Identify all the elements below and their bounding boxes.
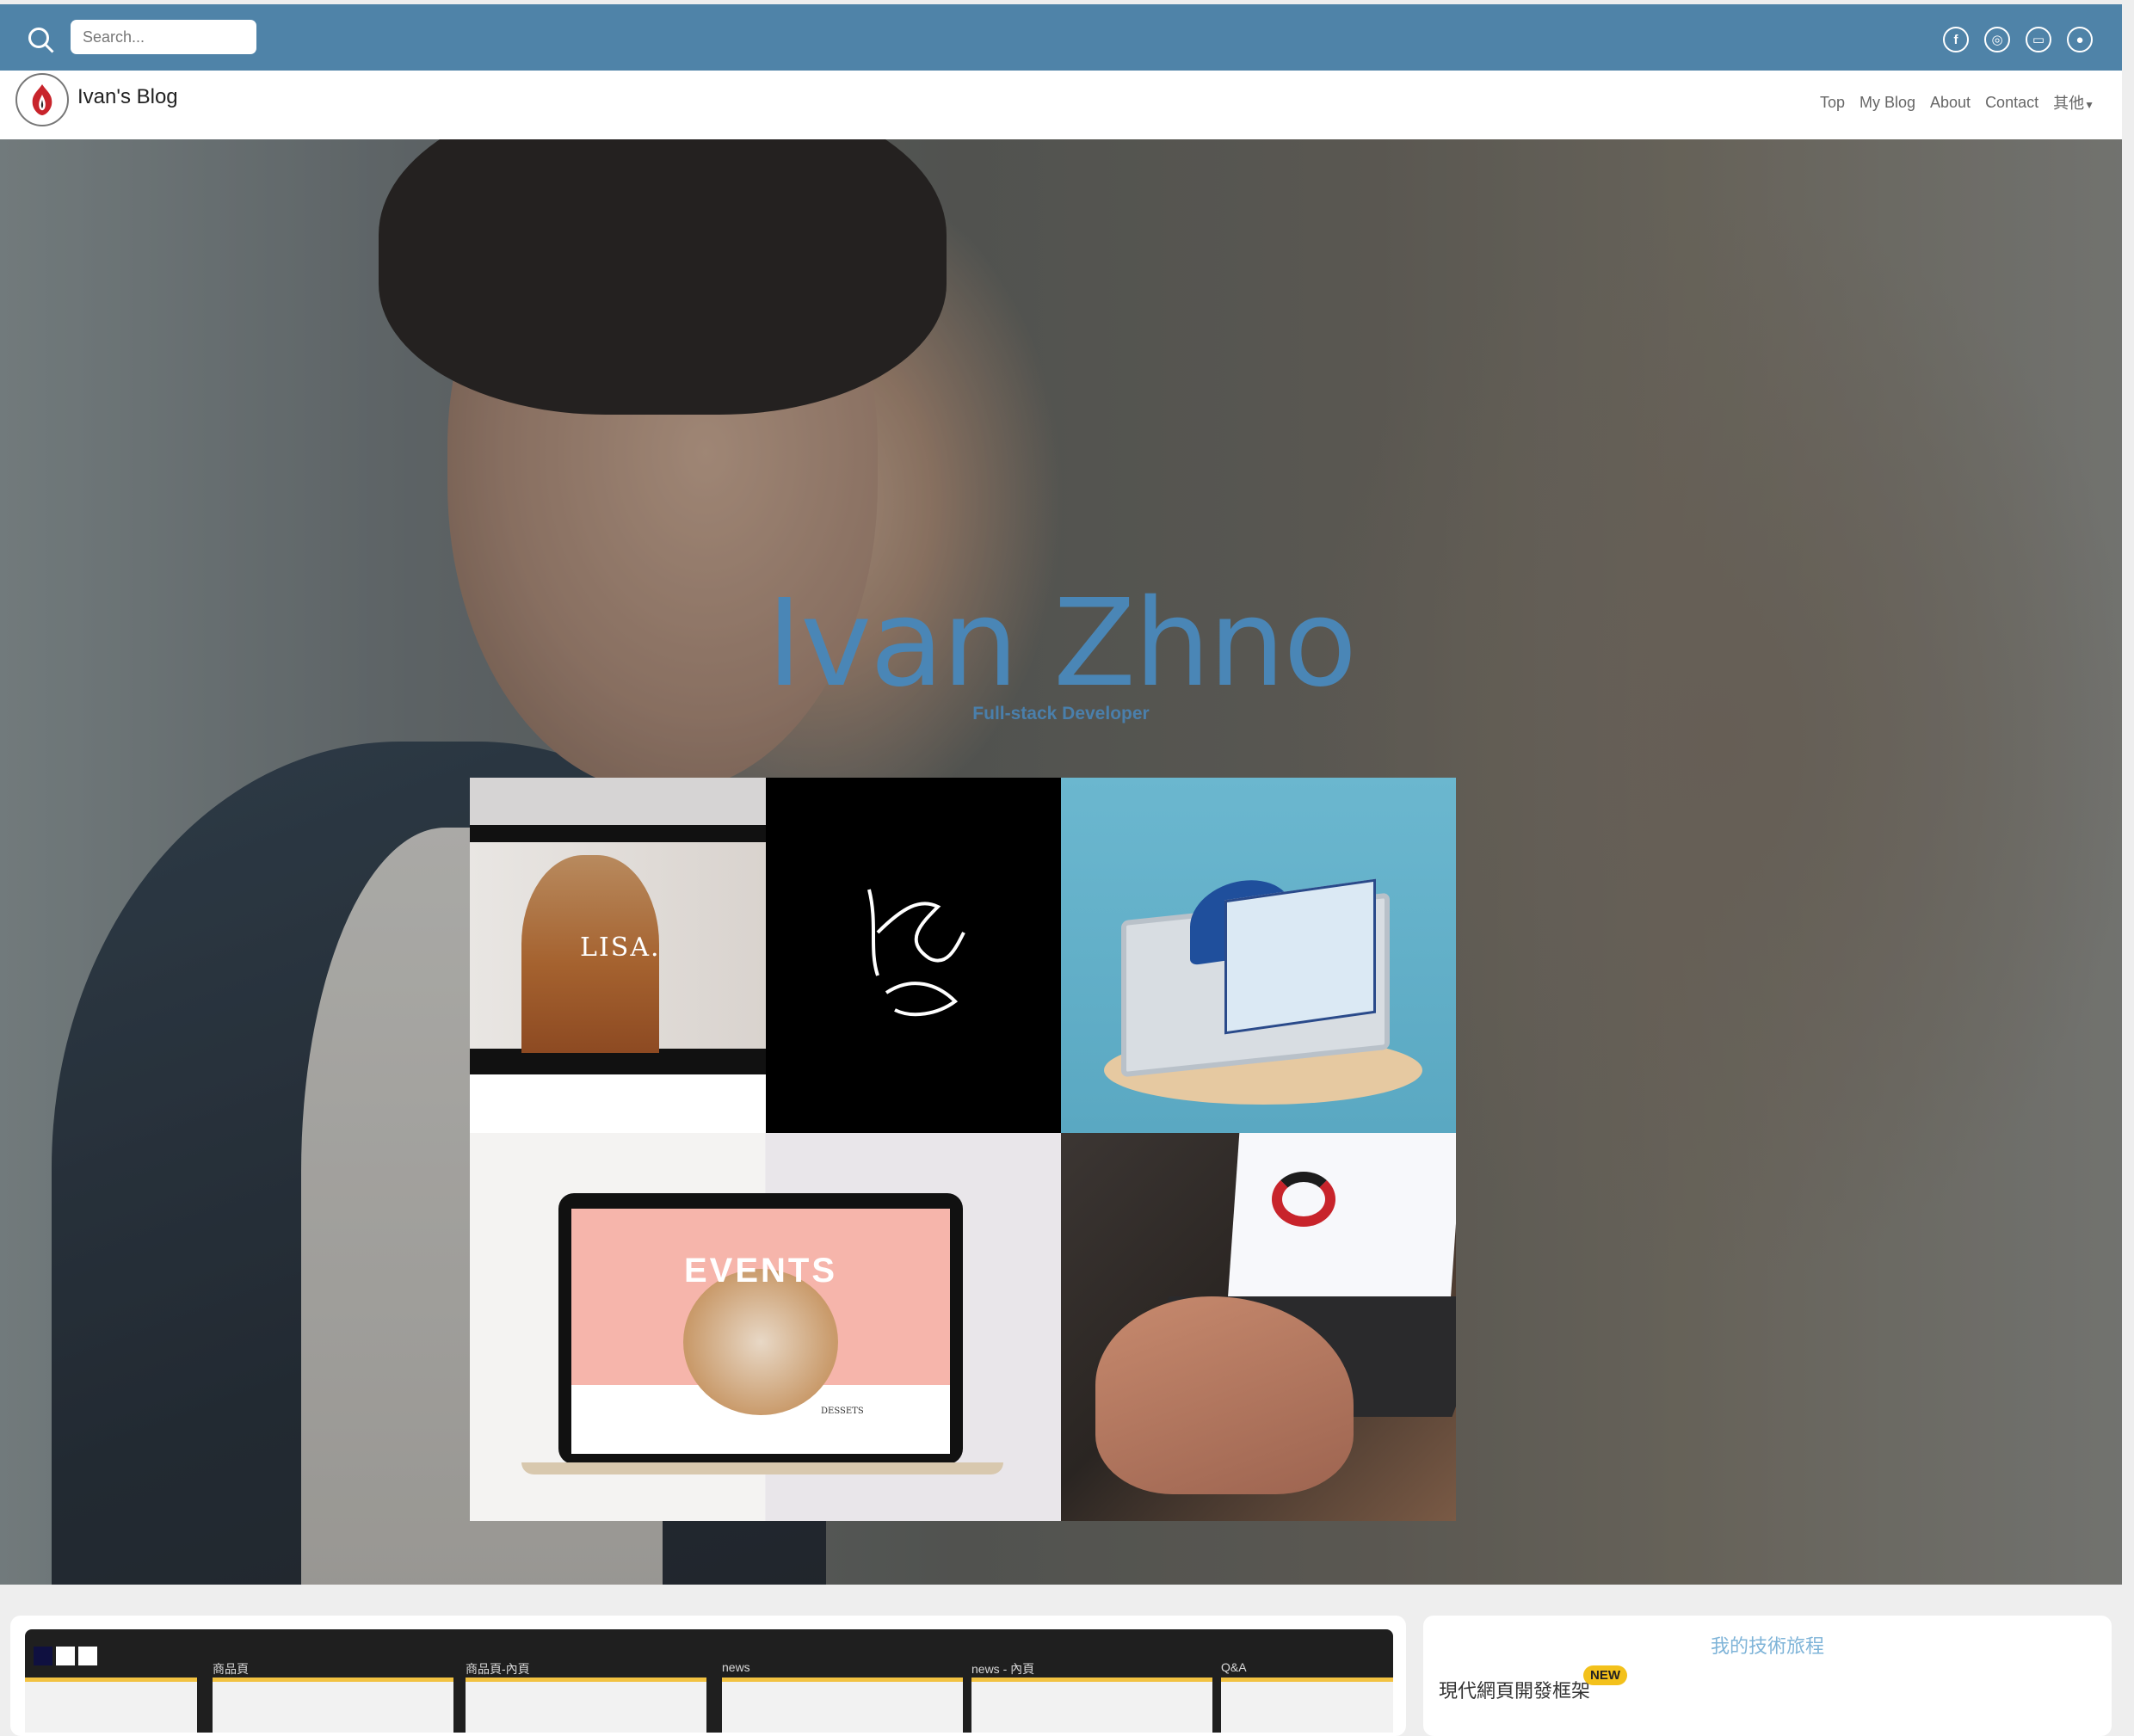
- instagram-icon[interactable]: ◎: [1984, 27, 2010, 52]
- facebook-icon[interactable]: f: [1943, 27, 1969, 52]
- nav-link-top[interactable]: Top: [1820, 94, 1845, 112]
- hero-title: Ivan Zhno: [766, 574, 1357, 714]
- gallery-thumb[interactable]: [971, 1678, 1212, 1733]
- tile-laptop-screen: EVENTS DESSETS: [571, 1209, 950, 1454]
- gallery-label: news - 內頁: [971, 1662, 1035, 1676]
- tile-top-bar: [470, 778, 766, 825]
- gallery-label: 商品頁-內頁: [466, 1662, 530, 1676]
- new-badge: NEW: [1583, 1665, 1627, 1685]
- navbar: Ivan's Blog Top My Blog About Contact 其他…: [0, 71, 2122, 139]
- tech-journey-card: 我的技術旅程 現代網頁開發框架 NEW: [1423, 1616, 2112, 1736]
- caret-down-icon: ▼: [2084, 99, 2094, 111]
- project-gallery[interactable]: 商品頁 商品頁-內頁 news news - 內頁 Q&A: [25, 1629, 1393, 1733]
- tile-cookie: [683, 1269, 838, 1415]
- project-card: 商品頁 商品頁-內頁 news news - 內頁 Q&A: [10, 1616, 1406, 1736]
- tile-caption-events: EVENTS: [683, 1252, 838, 1290]
- tile-caption-desserts: DESSETS: [821, 1407, 864, 1416]
- tile-card: [1224, 878, 1376, 1035]
- portfolio-tile-events[interactable]: EVENTS DESSETS: [470, 1133, 1061, 1521]
- social-icons: f ◎ ▭ ●: [1943, 27, 2093, 52]
- portfolio-tile-services[interactable]: [1061, 1133, 1456, 1521]
- flame-logo-icon: [32, 84, 52, 115]
- search-input[interactable]: [71, 20, 256, 54]
- gallery-thumb[interactable]: [1221, 1678, 1393, 1733]
- portfolio-tile-surf[interactable]: [1061, 778, 1456, 1133]
- tile-laptop-screen: [1226, 1133, 1456, 1314]
- nav-link-about[interactable]: About: [1930, 94, 1971, 112]
- portfolio-tile-kings[interactable]: [766, 778, 1061, 1133]
- portfolio-tile-lisa[interactable]: LISA.: [470, 778, 766, 1133]
- tech-journey-item[interactable]: 現代網頁開發框架: [1439, 1676, 1590, 1703]
- gallery-thumb[interactable]: [722, 1678, 963, 1733]
- logo[interactable]: [15, 73, 69, 126]
- user-icon[interactable]: ●: [2067, 27, 2093, 52]
- gallery-label: 商品頁: [213, 1662, 249, 1676]
- gallery-label: news: [722, 1660, 750, 1674]
- tile-ring: [1272, 1172, 1335, 1227]
- chat-icon[interactable]: ▭: [2026, 27, 2051, 52]
- nav-link-my-blog[interactable]: My Blog: [1860, 94, 1915, 112]
- tile-caption-lisa: LISA.: [580, 933, 661, 963]
- gallery-square: [34, 1647, 52, 1665]
- script-logo-icon: [867, 889, 965, 1017]
- gallery-square: [78, 1647, 97, 1665]
- gallery-square: [56, 1647, 75, 1665]
- gallery-thumb[interactable]: [213, 1678, 453, 1733]
- tech-journey-title: 我的技術旅程: [1710, 1635, 1824, 1657]
- gallery-thumb[interactable]: [25, 1678, 197, 1733]
- gallery-label: Q&A: [1221, 1660, 1247, 1674]
- search-icon[interactable]: [26, 25, 57, 56]
- nav-links: Top My Blog About Contact 其他▼: [1820, 91, 2094, 114]
- hero-subtitle: Full-stack Developer: [972, 704, 1150, 723]
- gallery-thumb[interactable]: [466, 1678, 706, 1733]
- nav-dropdown-other[interactable]: 其他▼: [2053, 91, 2094, 114]
- hero-section: Ivan Zhno Full-stack Developer LISA. EVE…: [0, 139, 2122, 1585]
- nav-dropdown-label: 其他: [2053, 95, 2085, 112]
- top-bar: f ◎ ▭ ●: [0, 4, 2122, 71]
- brand-name[interactable]: Ivan's Blog: [77, 85, 178, 109]
- portfolio-grid: LISA. EVENTS DESSETS: [470, 778, 1456, 1521]
- nav-link-contact[interactable]: Contact: [1985, 94, 2038, 112]
- tile-laptop-base: [521, 1462, 1003, 1474]
